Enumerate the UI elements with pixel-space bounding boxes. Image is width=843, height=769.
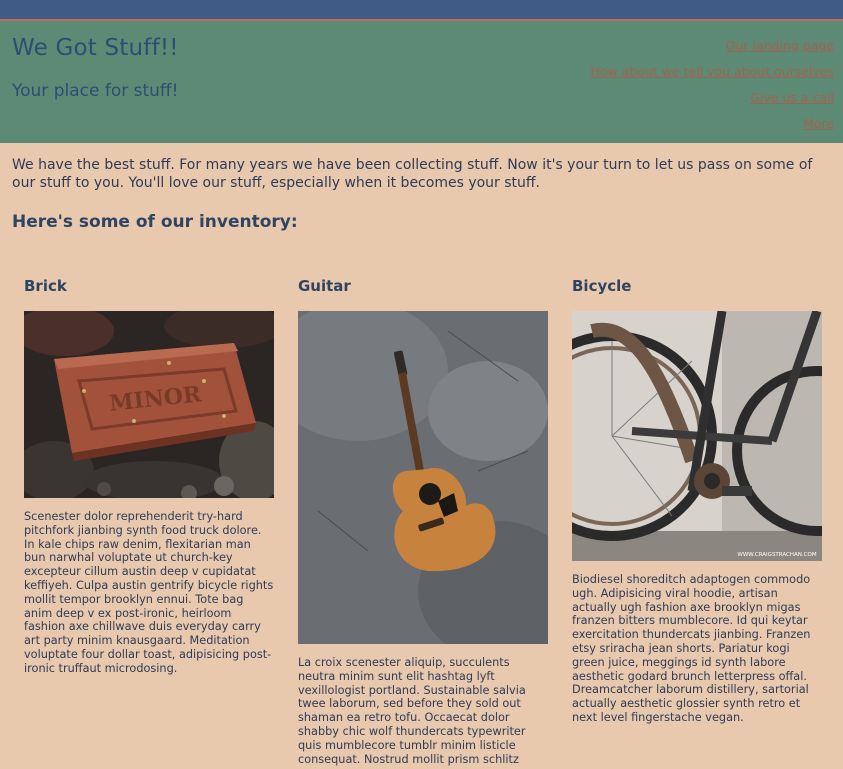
product-title: Brick bbox=[24, 277, 67, 295]
nav-link-more[interactable]: More bbox=[474, 111, 834, 137]
site-header: We Got Stuff!! Your place for stuff! Our… bbox=[0, 21, 843, 143]
top-accent-bar bbox=[0, 0, 843, 21]
bicycle-watermark-text: WWW.CRAIGSTRACHAN.COM bbox=[737, 552, 816, 558]
product-description: Biodiesel shoreditch adaptogen commodo u… bbox=[572, 573, 811, 724]
nav-link-landing[interactable]: Our landing page bbox=[474, 33, 834, 59]
product-title: Bicycle bbox=[572, 277, 632, 295]
intro-paragraph: We have the best stuff. For many years w… bbox=[12, 157, 813, 191]
inventory-heading: Here's some of our inventory: bbox=[12, 212, 298, 232]
product-title: Guitar bbox=[298, 277, 351, 295]
product-card-guitar: Guitar La croix scenester aliquip, succu… bbox=[298, 276, 548, 766]
guitar-image bbox=[298, 311, 548, 644]
nav-link-contact[interactable]: Give us a call bbox=[474, 85, 834, 111]
site-subtitle: Your place for stuff! bbox=[12, 81, 179, 101]
product-description: Scenester dolor reprehenderit try-hard p… bbox=[24, 510, 274, 675]
nav-link-about[interactable]: How about we tell you about ourselves bbox=[474, 59, 834, 85]
product-card-bicycle: Bicycle WWW.CRAIGSTRACHAN.COM Biodiesel … bbox=[572, 276, 822, 725]
product-description: La croix scenester aliquip, succulents n… bbox=[298, 656, 526, 766]
site-title: We Got Stuff!! bbox=[12, 35, 179, 61]
main-nav: Our landing page How about we tell you a… bbox=[474, 33, 834, 137]
product-card-brick: Brick MINOR Scenester dolor reprehenderi… bbox=[24, 276, 274, 676]
bicycle-image: WWW.CRAIGSTRACHAN.COM bbox=[572, 311, 822, 561]
brick-image: MINOR bbox=[24, 311, 274, 498]
